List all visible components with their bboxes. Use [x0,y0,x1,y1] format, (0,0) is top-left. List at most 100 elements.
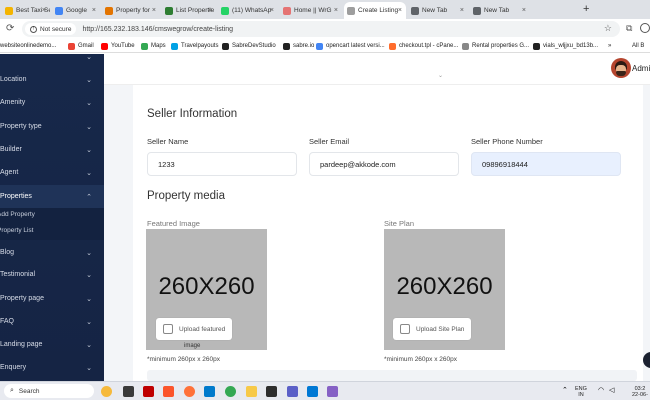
url-text[interactable]: http://165.232.183.146/cmswegrow/create-… [82,26,233,33]
tab-label: Google [66,7,87,14]
sidebar-item-label: Property page [0,295,44,302]
admin-user-name[interactable]: Admi [632,64,650,73]
tab-close-icon[interactable]: × [42,7,46,14]
new-tab-button[interactable]: + [583,3,589,15]
browser-tab[interactable]: Google × [52,2,100,19]
sidebar-item[interactable]: Properties ⌃ [0,185,104,208]
clock[interactable]: 03:2 22-06- [632,386,648,398]
address-bar[interactable]: ! Not secure http://165.232.183.146/cmsw… [22,21,620,37]
wifi-icon[interactable]: ◠ [598,386,604,394]
upload-site-plan-button[interactable]: Upload Site Plan [393,318,472,340]
tab-favicon-icon [5,6,13,15]
bookmark-favicon-icon [141,42,148,50]
tab-label: Create Listing [358,7,399,14]
tab-close-icon[interactable]: × [152,7,156,14]
task-view-icon[interactable] [123,386,134,397]
tab-favicon-icon [165,6,173,15]
seller-phone-input[interactable]: 09896918444 [471,152,621,176]
vscode-icon[interactable] [204,386,215,397]
firefox-icon[interactable] [184,386,195,397]
browser-tab[interactable]: New Tab × [408,2,468,19]
next-field-row [147,370,637,381]
tab-favicon-icon [347,6,355,15]
bookmark-item[interactable]: SabreDevStudio [222,41,276,51]
tab-close-icon[interactable]: × [208,7,212,14]
sidebar-item[interactable]: Agent ⌄ [0,161,104,184]
upload-featured-button[interactable]: Upload featured [156,318,233,340]
browser-tab[interactable]: List Propertie × [162,2,216,19]
bookmark-favicon-icon [171,42,178,50]
tab-close-icon[interactable]: × [270,7,274,14]
chrome-icon[interactable] [225,386,236,397]
seller-name-input[interactable]: 1233 [147,152,297,176]
sidebar-item[interactable]: Landing page ⌄ [0,333,104,356]
tray-expand-icon[interactable]: ⌃ [562,386,568,394]
star-icon[interactable]: ☆ [604,23,612,34]
bookmark-label: Maps [151,43,166,49]
bookmark-item[interactable]: sabre.io [283,41,314,51]
sidebar-item[interactable]: FAQ ⌄ [0,310,104,333]
sidebar-subitem[interactable]: Property List [0,227,34,234]
avatar[interactable] [611,58,631,78]
sidebar-item[interactable]: Blog ⌄ [0,241,104,264]
bookmark-item[interactable]: Maps [141,41,166,51]
all-bookmarks-button[interactable]: All B [632,41,644,51]
volume-icon[interactable]: ◁ [609,386,614,394]
paint-icon[interactable] [246,386,257,397]
sidebar-item[interactable]: Amenity ⌄ [0,91,104,114]
tab-close-icon[interactable]: × [398,7,402,14]
extensions-icon[interactable]: ⧉ [626,23,632,34]
taskbar-search-box[interactable]: ⌕ Search [4,384,94,398]
site-plan-min-note: *minimum 260px x 260px [384,356,457,363]
sidebar-item-label: Amenity [0,99,26,106]
sidebar-item[interactable]: Property type ⌄ [0,115,104,138]
tab-close-icon[interactable]: × [92,7,96,14]
sidebar-item[interactable]: Builder ⌄ [0,138,104,161]
sidebar-item-label: Property type [0,123,42,130]
mail-icon[interactable] [307,386,318,397]
bookmark-item[interactable]: YouTube [101,41,135,51]
chevron-icon: ⌄ [86,295,92,303]
browser-tab[interactable]: Create Listing × [344,2,406,19]
bookmark-item[interactable]: Travelpayouts [171,41,218,51]
tab-close-icon[interactable]: × [460,7,464,14]
not-secure-chip[interactable]: ! Not secure [25,23,77,35]
sidebar-item[interactable]: Property page ⌄ [0,287,104,310]
reload-icon[interactable]: ⟳ [6,23,14,34]
tab-close-icon[interactable]: × [334,7,338,14]
sidebar-item[interactable]: Enquery ⌄ [0,356,104,379]
sidebar-item[interactable]: Location ⌄ [0,68,104,91]
tab-close-icon[interactable]: × [522,7,526,14]
browser-tab[interactable]: New Tab × [470,2,530,19]
browser-tab[interactable]: Property for × [102,2,160,19]
language-indicator[interactable]: ENG IN [575,386,587,398]
browser-tab[interactable]: (11) WhatsAp × [218,2,278,19]
featured-image-placeholder: 260X260 [158,273,255,300]
teams-icon[interactable] [287,386,298,397]
browser-tab[interactable]: Best Taxi Ser× [2,2,50,19]
sidebar-item[interactable]: ⌄ [0,45,104,68]
media-section-title: Property media [147,190,225,202]
bookmarks-overflow-button[interactable]: » [608,41,611,51]
brave-icon[interactable] [163,386,174,397]
sidebar-subitem[interactable]: Add Property [0,211,35,218]
filezilla-icon[interactable] [143,386,154,397]
tab-favicon-icon [283,6,291,15]
taskbar-widget-icon[interactable] [101,386,112,397]
bookmark-item[interactable]: Rental properties G... [462,41,529,51]
visual-studio-icon[interactable] [327,386,338,397]
bookmark-item[interactable]: opencart latest versi... [316,41,385,51]
browser-tab[interactable]: Home || WrG × [280,2,342,19]
sidebar-item[interactable]: Testimonial ⌄ [0,263,104,286]
terminal-icon[interactable] [266,386,277,397]
sidebar-item-label: FAQ [0,318,15,325]
bookmark-label: sabre.io [293,43,315,49]
seller-email-label: Seller Email [309,137,350,146]
seller-email-value: pardeep@akkode.com [320,159,396,169]
sidebar-item-label: Blog [0,249,15,256]
seller-email-input[interactable]: pardeep@akkode.com [309,152,459,176]
bookmark-item[interactable]: vials_wljjxu_bd13b... [533,41,598,51]
bookmark-item[interactable]: checkout.tpl - cPane... [389,41,458,51]
chevron-icon: ⌄ [86,341,92,349]
profile-icon[interactable] [640,23,650,33]
